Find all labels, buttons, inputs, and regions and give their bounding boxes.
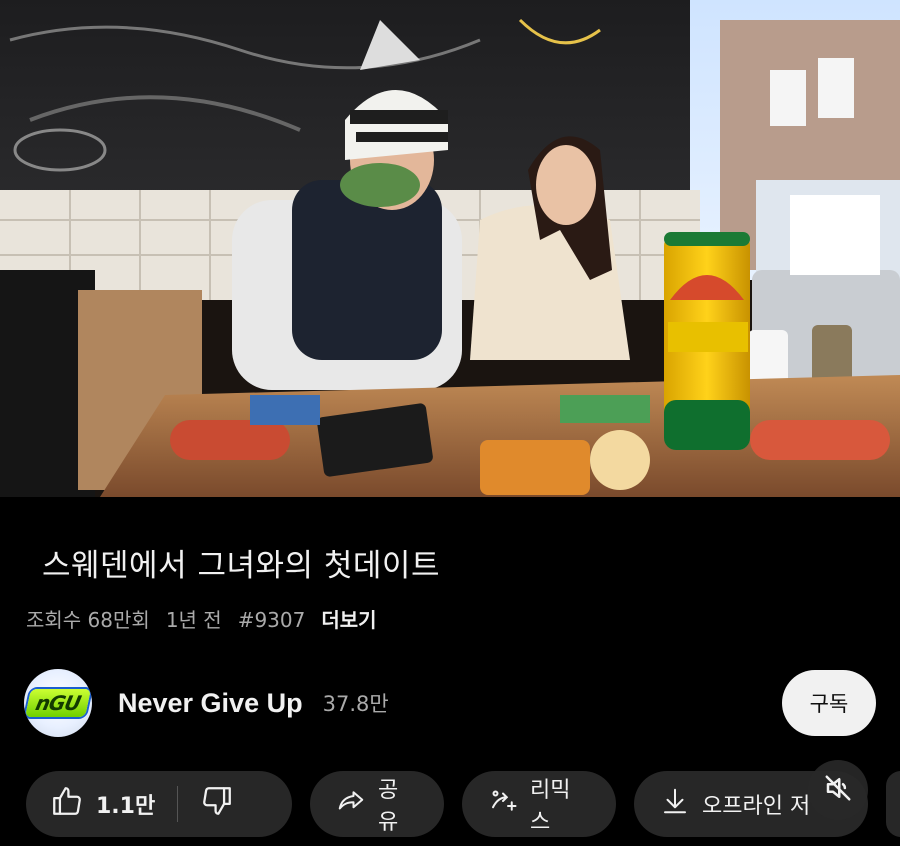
subscriber-count: 37.8만	[322, 692, 389, 716]
view-count: 조회수 68만회	[26, 608, 150, 632]
share-label: 공유	[378, 778, 399, 835]
remix-button[interactable]: 리믹스	[462, 771, 616, 837]
avatar[interactable]: nGU	[24, 669, 92, 737]
download-icon	[660, 786, 690, 822]
channel-row[interactable]: nGU Never Give Up 37.8만 구독	[24, 668, 884, 738]
action-bar: 1.1만 공유 리믹스 오프라인 저	[26, 770, 900, 838]
video-title: 스웨덴에서 그녀와의 첫데이트	[42, 548, 440, 584]
hashtag-link[interactable]: #9307	[238, 608, 306, 632]
muted-speaker-icon	[823, 773, 853, 807]
video-meta[interactable]: 조회수 68만회 1년 전 #9307 더보기	[26, 604, 377, 633]
more-actions-button[interactable]	[886, 771, 900, 837]
share-button[interactable]: 공유	[310, 771, 444, 837]
remix-label: 리믹스	[530, 778, 571, 835]
thumbs-up-icon[interactable]	[50, 784, 84, 824]
like-divider	[177, 786, 179, 822]
thumbs-down-icon[interactable]	[200, 784, 234, 824]
like-count[interactable]: 1.1만	[96, 788, 155, 820]
mute-button[interactable]	[808, 760, 868, 820]
share-arrow-icon	[336, 786, 366, 822]
channel-logo: nGU	[25, 689, 91, 717]
offline-label: 오프라인 저	[702, 794, 811, 819]
channel-name[interactable]: Never Give Up	[118, 688, 303, 719]
video-player[interactable]	[0, 0, 900, 497]
remix-icon	[488, 786, 518, 822]
upload-age: 1년 전	[165, 608, 222, 632]
like-dislike-group: 1.1만	[26, 771, 292, 837]
video-frame	[0, 0, 900, 497]
more-button[interactable]: 더보기	[321, 604, 376, 633]
subscribe-button[interactable]: 구독	[782, 670, 876, 736]
